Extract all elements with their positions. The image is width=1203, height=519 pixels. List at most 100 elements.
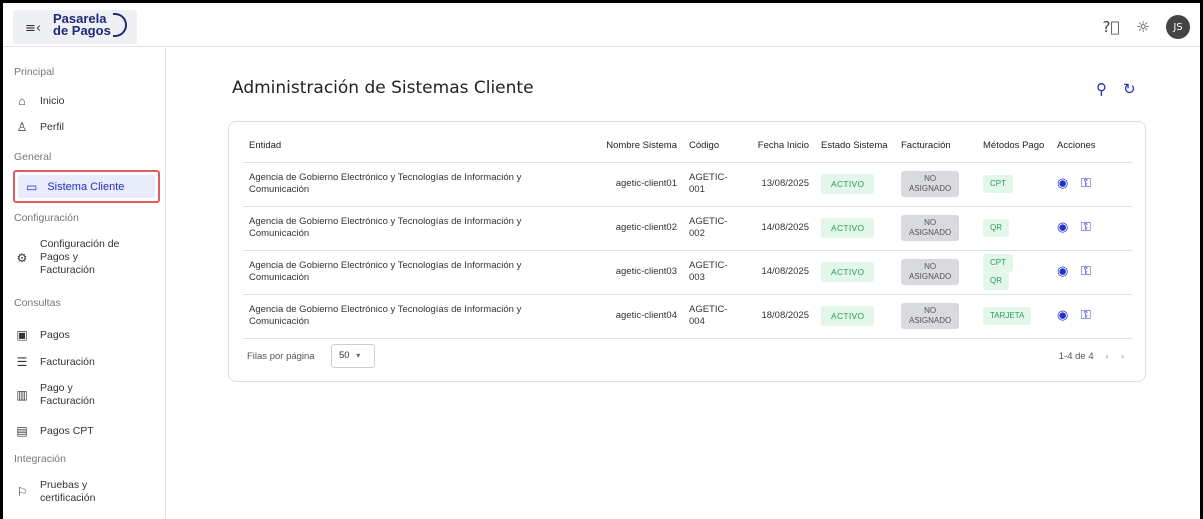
method-pill: TARJETA bbox=[983, 307, 1032, 325]
table-row: Agencia de Gobierno Electrónico y Tecnol… bbox=[243, 250, 1132, 295]
sidebar-item-pruebas[interactable]: ⚐ Pruebas y certificación bbox=[14, 479, 96, 505]
help-icon[interactable]: ?⃝ bbox=[1102, 18, 1120, 36]
section-configuracion: Configuración bbox=[14, 212, 79, 224]
home-icon: ⌂ bbox=[18, 94, 26, 108]
key-icon[interactable]: ⚿ bbox=[1081, 263, 1091, 278]
section-consultas: Consultas bbox=[14, 297, 61, 309]
table-row: Agencia de Gobierno Electrónico y Tecnol… bbox=[243, 162, 1132, 207]
billing-badge: NO ASIGNADO bbox=[901, 259, 960, 285]
cell-fecha: 14/08/2025 bbox=[743, 250, 815, 295]
table-footer: Filas por página 50 ▾ 1-4 de 4 ‹ › bbox=[243, 344, 1132, 370]
app-window: ≡‹ Pasarela de Pagos ?⃝ ☼ JS Principal ⌂… bbox=[3, 3, 1200, 519]
menu-collapse-icon[interactable]: ≡‹ bbox=[25, 21, 41, 36]
cell-fecha: 18/08/2025 bbox=[743, 294, 815, 339]
barcode-icon: ▥ bbox=[16, 388, 28, 402]
status-badge: ACTIVO bbox=[821, 174, 875, 194]
sidebar-item-pagos[interactable]: ▣ Pagos bbox=[14, 328, 69, 342]
section-general: General bbox=[14, 151, 52, 163]
gear-icon: ⚙ bbox=[16, 250, 28, 265]
view-icon[interactable]: ◉ bbox=[1057, 175, 1068, 190]
cell-acciones: ◉ ⚿ bbox=[1051, 162, 1132, 207]
avatar[interactable]: JS bbox=[1166, 15, 1190, 39]
cell-metodos: QR bbox=[977, 206, 1051, 251]
cell-nombre-sistema: agetic-client03 bbox=[583, 250, 683, 295]
billing-badge: NO ASIGNADO bbox=[901, 171, 960, 197]
cell-fecha: 13/08/2025 bbox=[743, 162, 815, 207]
logo: Pasarela de Pagos bbox=[53, 12, 111, 38]
logo-line2: de Pagos bbox=[53, 23, 111, 38]
col-estado-sistema: Estado Sistema bbox=[815, 130, 895, 163]
refresh-icon[interactable]: ↻ bbox=[1123, 80, 1136, 98]
key-icon[interactable]: ⚿ bbox=[1081, 219, 1091, 234]
status-badge: ACTIVO bbox=[821, 262, 875, 282]
search-icon[interactable]: ⚲ bbox=[1096, 80, 1107, 98]
cell-estado: ACTIVO bbox=[815, 206, 895, 251]
next-page-icon[interactable]: › bbox=[1121, 351, 1124, 362]
cell-metodos: TARJETA bbox=[977, 294, 1051, 339]
sidebar: Principal ⌂ Inicio ♙ Perfil General ▭ Si… bbox=[3, 48, 166, 519]
section-principal: Principal bbox=[14, 66, 55, 78]
cell-facturacion: NO ASIGNADO bbox=[895, 206, 977, 251]
method-pill: CPT bbox=[983, 254, 1013, 272]
cell-estado: ACTIVO bbox=[815, 294, 895, 339]
cell-entidad: Agencia de Gobierno Electrónico y Tecnol… bbox=[243, 294, 583, 339]
sidebar-item-sistema-cliente[interactable]: ▭ Sistema Cliente bbox=[13, 170, 160, 203]
rows-per-page-label: Filas por página bbox=[247, 351, 315, 362]
top-bar: ≡‹ Pasarela de Pagos ?⃝ ☼ JS bbox=[3, 3, 1200, 47]
view-icon[interactable]: ◉ bbox=[1057, 219, 1068, 234]
header-actions: ⚲ ↻ bbox=[1096, 80, 1136, 98]
cell-facturacion: NO ASIGNADO bbox=[895, 250, 977, 295]
method-pill: QR bbox=[983, 272, 1009, 290]
cell-fecha: 14/08/2025 bbox=[743, 206, 815, 251]
invoice-icon: ☰ bbox=[16, 355, 28, 369]
cell-entidad: Agencia de Gobierno Electrónico y Tecnol… bbox=[243, 162, 583, 207]
page-range: 1-4 de 4 bbox=[1058, 351, 1094, 362]
view-icon[interactable]: ◉ bbox=[1057, 307, 1068, 322]
pagination: 1-4 de 4 ‹ › bbox=[1059, 351, 1124, 362]
laptop-icon: ▭ bbox=[26, 179, 38, 194]
cell-facturacion: NO ASIGNADO bbox=[895, 162, 977, 207]
col-metodos-pago: Métodos Pago bbox=[977, 130, 1051, 163]
status-badge: ACTIVO bbox=[821, 306, 875, 326]
col-facturacion: Facturación bbox=[895, 130, 977, 163]
cell-estado: ACTIVO bbox=[815, 250, 895, 295]
col-nombre-sistema: Nombre Sistema bbox=[583, 130, 683, 163]
cell-metodos: CPTQR bbox=[977, 250, 1051, 295]
cash-icon: ▣ bbox=[16, 328, 28, 342]
view-icon[interactable]: ◉ bbox=[1057, 263, 1068, 278]
cell-facturacion: NO ASIGNADO bbox=[895, 294, 977, 339]
cell-estado: ACTIVO bbox=[815, 162, 895, 207]
cell-acciones: ◉ ⚿ bbox=[1051, 206, 1132, 251]
cell-acciones: ◉ ⚿ bbox=[1051, 250, 1132, 295]
sidebar-item-inicio[interactable]: ⌂ Inicio bbox=[14, 94, 64, 108]
sidebar-item-config-pagos[interactable]: ⚙ Configuración de Pagos y Facturación bbox=[14, 238, 120, 277]
col-codigo: Código bbox=[683, 130, 743, 163]
sidebar-item-active-bg: ▭ Sistema Cliente bbox=[18, 175, 155, 198]
theme-sun-icon[interactable]: ☼ bbox=[1134, 18, 1152, 36]
cell-nombre-sistema: agetic-client02 bbox=[583, 206, 683, 251]
sidebar-item-perfil[interactable]: ♙ Perfil bbox=[14, 120, 64, 134]
col-acciones: Acciones bbox=[1051, 130, 1132, 163]
method-pill: CPT bbox=[983, 175, 1013, 193]
page-title: Administración de Sistemas Cliente bbox=[232, 78, 534, 98]
chevron-down-icon: ▾ bbox=[356, 351, 361, 360]
key-icon[interactable]: ⚿ bbox=[1081, 175, 1091, 190]
table-row: Agencia de Gobierno Electrónico y Tecnol… bbox=[243, 294, 1132, 339]
sidebar-item-pagos-cpt[interactable]: ▤ Pagos CPT bbox=[14, 424, 93, 438]
cell-acciones: ◉ ⚿ bbox=[1051, 294, 1132, 339]
logo-box: ≡‹ Pasarela de Pagos bbox=[13, 10, 137, 44]
cell-codigo: AGETIC- 002 bbox=[683, 206, 743, 251]
certificate-icon: ⚐ bbox=[16, 485, 28, 499]
rows-per-page-select[interactable]: 50 ▾ bbox=[331, 344, 375, 368]
prev-page-icon[interactable]: ‹ bbox=[1106, 351, 1109, 362]
method-pill: QR bbox=[983, 219, 1009, 237]
sidebar-item-facturacion[interactable]: ☰ Facturación bbox=[14, 355, 95, 369]
systems-table: Entidad Nombre Sistema Código Fecha Inic… bbox=[243, 130, 1132, 339]
key-icon[interactable]: ⚿ bbox=[1081, 307, 1091, 322]
col-fecha-inicio: Fecha Inicio bbox=[743, 130, 815, 163]
cell-entidad: Agencia de Gobierno Electrónico y Tecnol… bbox=[243, 250, 583, 295]
col-entidad: Entidad bbox=[243, 130, 583, 163]
cpt-icon: ▤ bbox=[16, 424, 28, 438]
cell-codigo: AGETIC- 003 bbox=[683, 250, 743, 295]
sidebar-item-pago-facturacion[interactable]: ▥ Pago y Facturación bbox=[14, 382, 95, 408]
